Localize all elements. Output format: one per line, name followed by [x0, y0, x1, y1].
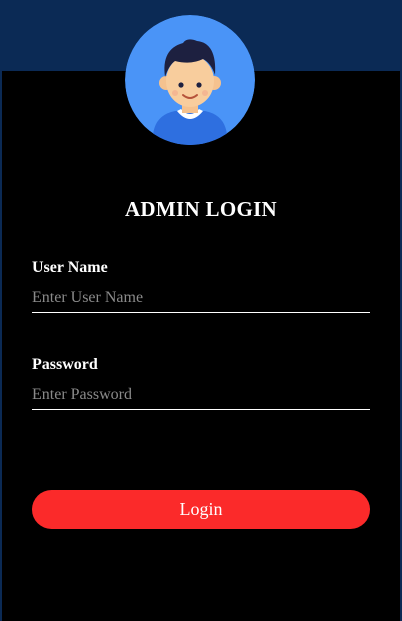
username-label: User Name	[32, 259, 108, 276]
login-card	[2, 71, 400, 621]
page-title: ADMIN LOGIN	[124, 197, 278, 221]
login-button[interactable]: Login	[32, 490, 370, 529]
password-label: Password	[32, 356, 98, 373]
user-avatar-icon	[125, 15, 255, 145]
password-input[interactable]	[32, 381, 370, 410]
username-input[interactable]	[32, 284, 370, 313]
